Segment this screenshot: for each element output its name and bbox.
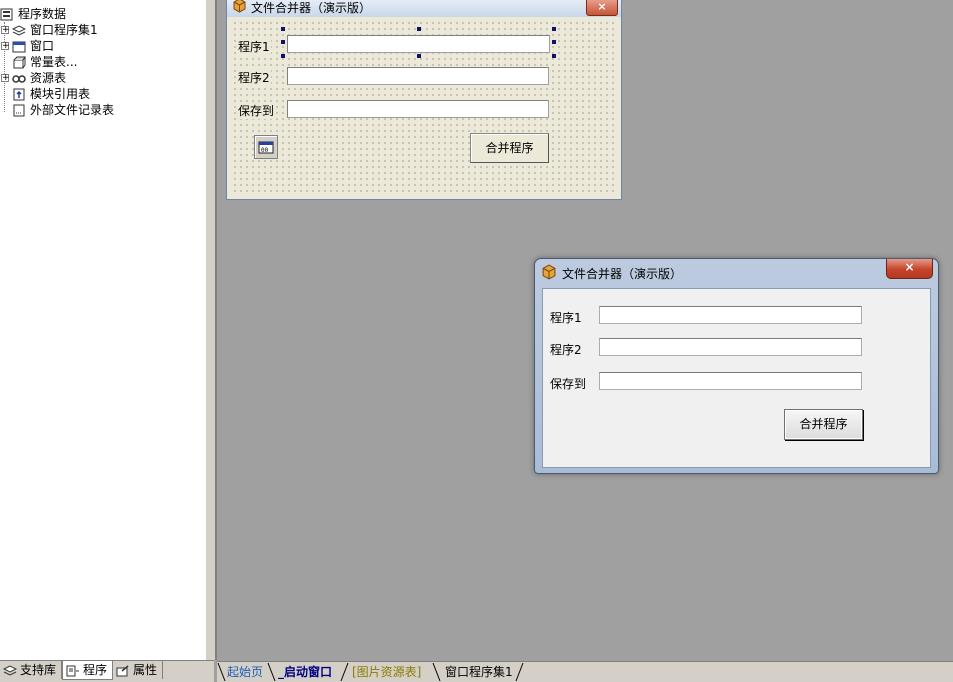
tree-item-label: 资源表 <box>30 71 67 85</box>
preview-window[interactable]: 文件合并器（演示版） × 程序1 程序2 保存到 合并程序 <box>534 258 939 474</box>
constants-icon <box>12 56 26 69</box>
tab-window-assembly[interactable]: 窗口程序集1 <box>445 663 513 681</box>
close-button[interactable]: × <box>586 0 618 16</box>
tab-program[interactable]: 程序 <box>62 661 114 680</box>
tree-item-label: 模块引用表 <box>30 87 91 101</box>
design-form-titlebar[interactable]: 文件合并器（演示版） × <box>227 0 621 17</box>
selection-handle[interactable] <box>552 54 556 58</box>
merge-button[interactable]: 合并程序 <box>784 409 863 440</box>
tree-item-external-files[interactable]: 外部文件记录表 <box>1 102 114 118</box>
tab-separator <box>267 662 276 682</box>
svg-text:00: 00 <box>261 147 269 154</box>
tree-item-label: 窗口 <box>30 39 55 53</box>
program1-input[interactable] <box>287 35 550 53</box>
timer-component-icon[interactable]: 00 <box>254 135 278 159</box>
selection-handle[interactable] <box>281 54 285 58</box>
selection-handle[interactable] <box>552 40 556 44</box>
preview-title: 文件合并器（演示版） <box>562 266 683 281</box>
module-ref-icon <box>12 88 26 101</box>
tab-properties[interactable]: 属性 <box>113 661 164 679</box>
editor-tab-bar: 起始页 _启动窗口 [图片资源表] 窗口程序集1 <box>217 661 953 682</box>
program2-input[interactable] <box>599 338 862 356</box>
program1-input[interactable] <box>599 306 862 324</box>
close-button[interactable]: × <box>886 259 933 279</box>
tab-support-library[interactable]: 支持库 <box>0 661 63 679</box>
properties-icon <box>116 664 130 677</box>
project-tree-panel: 程序数据 + 窗口程序集1 + 窗口 常量表... + 资源表 模块引用表 外部… <box>0 0 206 660</box>
app-cube-icon <box>232 0 247 16</box>
tab-start-page[interactable]: 起始页 <box>227 663 263 681</box>
workspace-edge <box>215 0 217 660</box>
tree-item-module-refs[interactable]: 模块引用表 <box>1 86 90 102</box>
tab-image-resources[interactable]: [图片资源表] <box>352 663 421 681</box>
design-form-window[interactable]: 文件合并器（演示版） × 程序1 程序2 保存到 00 合并程序 <box>226 0 622 200</box>
app-cube-icon <box>541 263 557 283</box>
tab-startup-window[interactable]: _启动窗口 <box>278 663 332 681</box>
tab-separator <box>515 662 524 682</box>
tree-item-label: 常量表... <box>30 55 78 69</box>
label-program2: 程序2 <box>550 343 582 357</box>
tree-item-label: 窗口程序集1 <box>30 23 98 37</box>
merge-button[interactable]: 合并程序 <box>470 133 549 163</box>
label-save-to[interactable]: 保存到 <box>237 102 276 119</box>
design-form-title: 文件合并器（演示版） <box>251 0 372 15</box>
tree-root-label: 程序数据 <box>18 7 67 21</box>
label-program2[interactable]: 程序2 <box>237 69 271 86</box>
selection-handle[interactable] <box>281 40 285 44</box>
tree-item-resources[interactable]: + 资源表 <box>1 70 66 86</box>
layers-icon <box>11 24 27 37</box>
selection-handle[interactable] <box>281 27 285 31</box>
label-save-to: 保存到 <box>550 377 587 391</box>
preview-titlebar[interactable]: 文件合并器（演示版） <box>541 263 683 283</box>
left-panel-tabs: 支持库 程序 属性 <box>0 660 214 682</box>
program2-input[interactable] <box>287 67 549 85</box>
selection-handle[interactable] <box>417 54 421 58</box>
tree-root[interactable]: 程序数据 <box>0 6 66 22</box>
tab-separator <box>340 662 349 682</box>
label-program1[interactable]: 程序1 <box>237 38 271 55</box>
preview-client-area: 程序1 程序2 保存到 合并程序 <box>542 288 931 468</box>
selection-handle[interactable] <box>552 27 556 31</box>
tab-separator <box>432 662 441 682</box>
tab-label: 支持库 <box>20 663 57 677</box>
expand-icon[interactable]: + <box>1 74 10 83</box>
design-form-canvas[interactable]: 程序1 程序2 保存到 00 合并程序 <box>230 18 618 196</box>
external-file-icon <box>12 104 26 117</box>
window-icon <box>12 40 26 53</box>
resources-icon <box>12 72 26 85</box>
save-to-input[interactable] <box>287 100 549 118</box>
tree-item-window[interactable]: + 窗口 <box>1 38 54 54</box>
save-to-input[interactable] <box>599 372 862 390</box>
library-icon <box>2 664 18 676</box>
tree-item-constants[interactable]: 常量表... <box>1 54 77 70</box>
tree-item-label: 外部文件记录表 <box>30 103 115 117</box>
tab-label: 程序 <box>83 663 108 677</box>
tab-label: 属性 <box>133 663 158 677</box>
program-icon <box>66 664 80 677</box>
expand-icon[interactable]: + <box>1 42 10 51</box>
expand-icon[interactable]: + <box>1 26 10 35</box>
selection-handle[interactable] <box>417 27 421 31</box>
database-icon <box>0 8 14 21</box>
tab-separator <box>217 662 226 682</box>
tree-item-window-assembly[interactable]: + 窗口程序集1 <box>1 22 98 38</box>
label-program1: 程序1 <box>550 311 582 325</box>
